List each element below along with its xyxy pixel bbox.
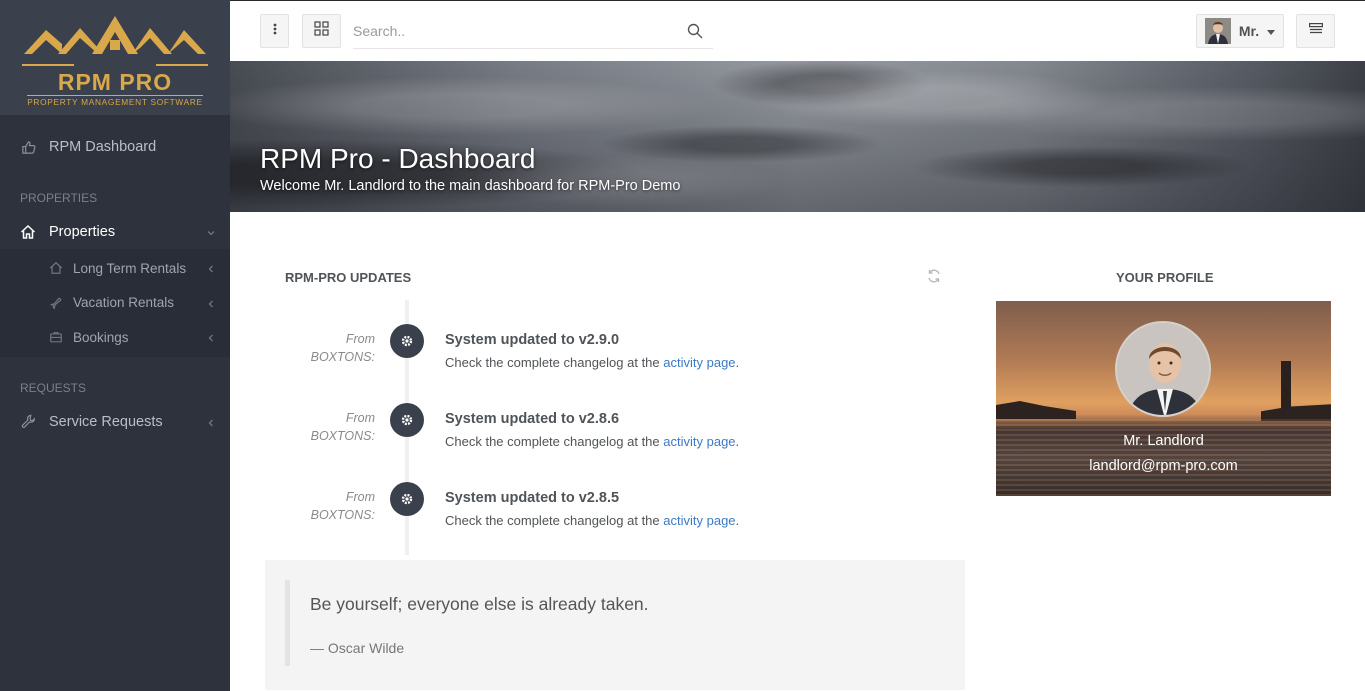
timeline-from: From BOXTONS:: [310, 490, 375, 522]
gear-icon: [390, 403, 424, 437]
timeline-body: Check the complete changelog at the acti…: [445, 434, 740, 449]
roof-logo-icon: [22, 16, 208, 66]
lighthouse: [1281, 361, 1291, 409]
page-title: RPM Pro - Dashboard: [260, 143, 536, 174]
timeline-body: Check the complete changelog at the acti…: [445, 513, 740, 528]
plane-icon: [48, 295, 63, 311]
sidebar-item-properties[interactable]: Properties: [0, 215, 230, 249]
logo[interactable]: RPM PRO PROPERTY MANAGEMENT SOFTWARE: [0, 0, 230, 115]
coastline: [1261, 404, 1331, 421]
home-icon: [20, 224, 36, 240]
caret-down-icon: [1267, 22, 1276, 40]
activity-page-link[interactable]: activity page: [663, 434, 735, 449]
profile-name: Mr. Landlord: [1123, 433, 1204, 449]
user-name-label: Mr.: [1238, 23, 1260, 39]
thumbs-up-icon: [20, 139, 36, 155]
avatar: [1204, 18, 1231, 44]
topbar: Mr.: [230, 0, 1365, 61]
search-icon[interactable]: [687, 23, 703, 44]
menu-list-icon: [1308, 22, 1323, 40]
sidebar-item-label: Service Requests: [49, 413, 163, 430]
timeline-from: From BOXTONS:: [310, 332, 375, 364]
search-bar: [353, 15, 713, 49]
search-input[interactable]: [353, 15, 673, 47]
timeline-from: From BOXTONS:: [310, 411, 375, 443]
timeline-item: From BOXTONS: System updated to v2.8.6 Ch…: [260, 403, 960, 463]
sidebar-toggle-button[interactable]: [260, 14, 289, 48]
hero-banner: RPM Pro - Dashboard Welcome Mr. Landlord…: [230, 61, 1365, 212]
chevron-left-icon: [206, 262, 216, 277]
gear-icon: [390, 324, 424, 358]
sidebar-item-bookings[interactable]: Bookings: [0, 320, 230, 355]
coastline: [996, 401, 1076, 419]
profile-title: YOUR PROFILE: [1116, 270, 1214, 285]
timeline-item: From BOXTONS: System updated to v2.8.5 Ch…: [260, 482, 960, 542]
profile-email: landlord@rpm-pro.com: [1089, 458, 1238, 474]
vertical-dots-icon: [273, 22, 277, 40]
chevron-down-icon: [206, 226, 216, 242]
sidebar-item-label: Vacation Rentals: [73, 295, 175, 311]
quote-author: — Oscar Wilde: [310, 640, 405, 656]
sidebar-item-service-requests[interactable]: Service Requests: [0, 405, 230, 439]
logo-text: RPM PRO: [57, 69, 173, 95]
sidebar-item-label: Long Term Rentals: [73, 260, 187, 276]
timeline-title: System updated to v2.8.6: [445, 411, 620, 427]
activity-page-link[interactable]: activity page: [663, 513, 735, 528]
apps-grid-button[interactable]: [302, 14, 341, 48]
gear-icon: [390, 482, 424, 516]
quote-block: Be yourself; everyone else is already ta…: [265, 560, 965, 690]
sidebar-item-label: RPM Dashboard: [49, 139, 157, 155]
timeline-title: System updated to v2.9.0: [445, 332, 620, 348]
timeline-body: Check the complete changelog at the acti…: [445, 355, 740, 370]
activity-page-link[interactable]: activity page: [663, 355, 735, 370]
quote-border: [285, 580, 290, 666]
chevron-left-icon: [206, 297, 216, 312]
updates-title: RPM-PRO UPDATES: [285, 270, 412, 285]
sidebar: RPM PRO PROPERTY MANAGEMENT SOFTWARE RPM…: [0, 0, 230, 691]
profile-avatar: [1115, 321, 1211, 417]
sidebar-item-label: Properties: [49, 224, 116, 240]
sidebar-item-vacation-rentals[interactable]: Vacation Rentals: [0, 286, 230, 321]
refresh-icon[interactable]: [926, 268, 942, 289]
side-overlay-toggle-button[interactable]: [1296, 14, 1335, 48]
briefcase-icon: [48, 329, 63, 345]
user-menu-button[interactable]: Mr.: [1196, 14, 1284, 48]
properties-submenu: Long Term Rentals Vacation Rentals Booki…: [0, 249, 230, 357]
sidebar-item-rpm-dashboard[interactable]: RPM Dashboard: [0, 130, 230, 164]
section-heading-properties: PROPERTIES: [20, 191, 98, 205]
grid-icon: [314, 21, 329, 41]
sidebar-item-long-term-rentals[interactable]: Long Term Rentals: [0, 251, 230, 286]
profile-card[interactable]: Mr. Landlord landlord@rpm-pro.com: [996, 301, 1331, 496]
wrench-icon: [20, 414, 36, 430]
section-heading-requests: REQUESTS: [20, 380, 87, 395]
timeline-title: System updated to v2.8.5: [445, 490, 620, 506]
sidebar-item-label: Bookings: [73, 329, 129, 345]
chevron-left-icon: [206, 416, 216, 432]
home-outline-icon: [48, 260, 63, 276]
logo-subtitle: PROPERTY MANAGEMENT SOFTWARE: [27, 95, 203, 107]
timeline-item: From BOXTONS: System updated to v2.9.0 Ch…: [260, 324, 960, 384]
quote-text: Be yourself; everyone else is already ta…: [310, 594, 649, 614]
page-subtitle: Welcome Mr. Landlord to the main dashboa…: [260, 178, 681, 194]
chevron-left-icon: [206, 331, 216, 346]
